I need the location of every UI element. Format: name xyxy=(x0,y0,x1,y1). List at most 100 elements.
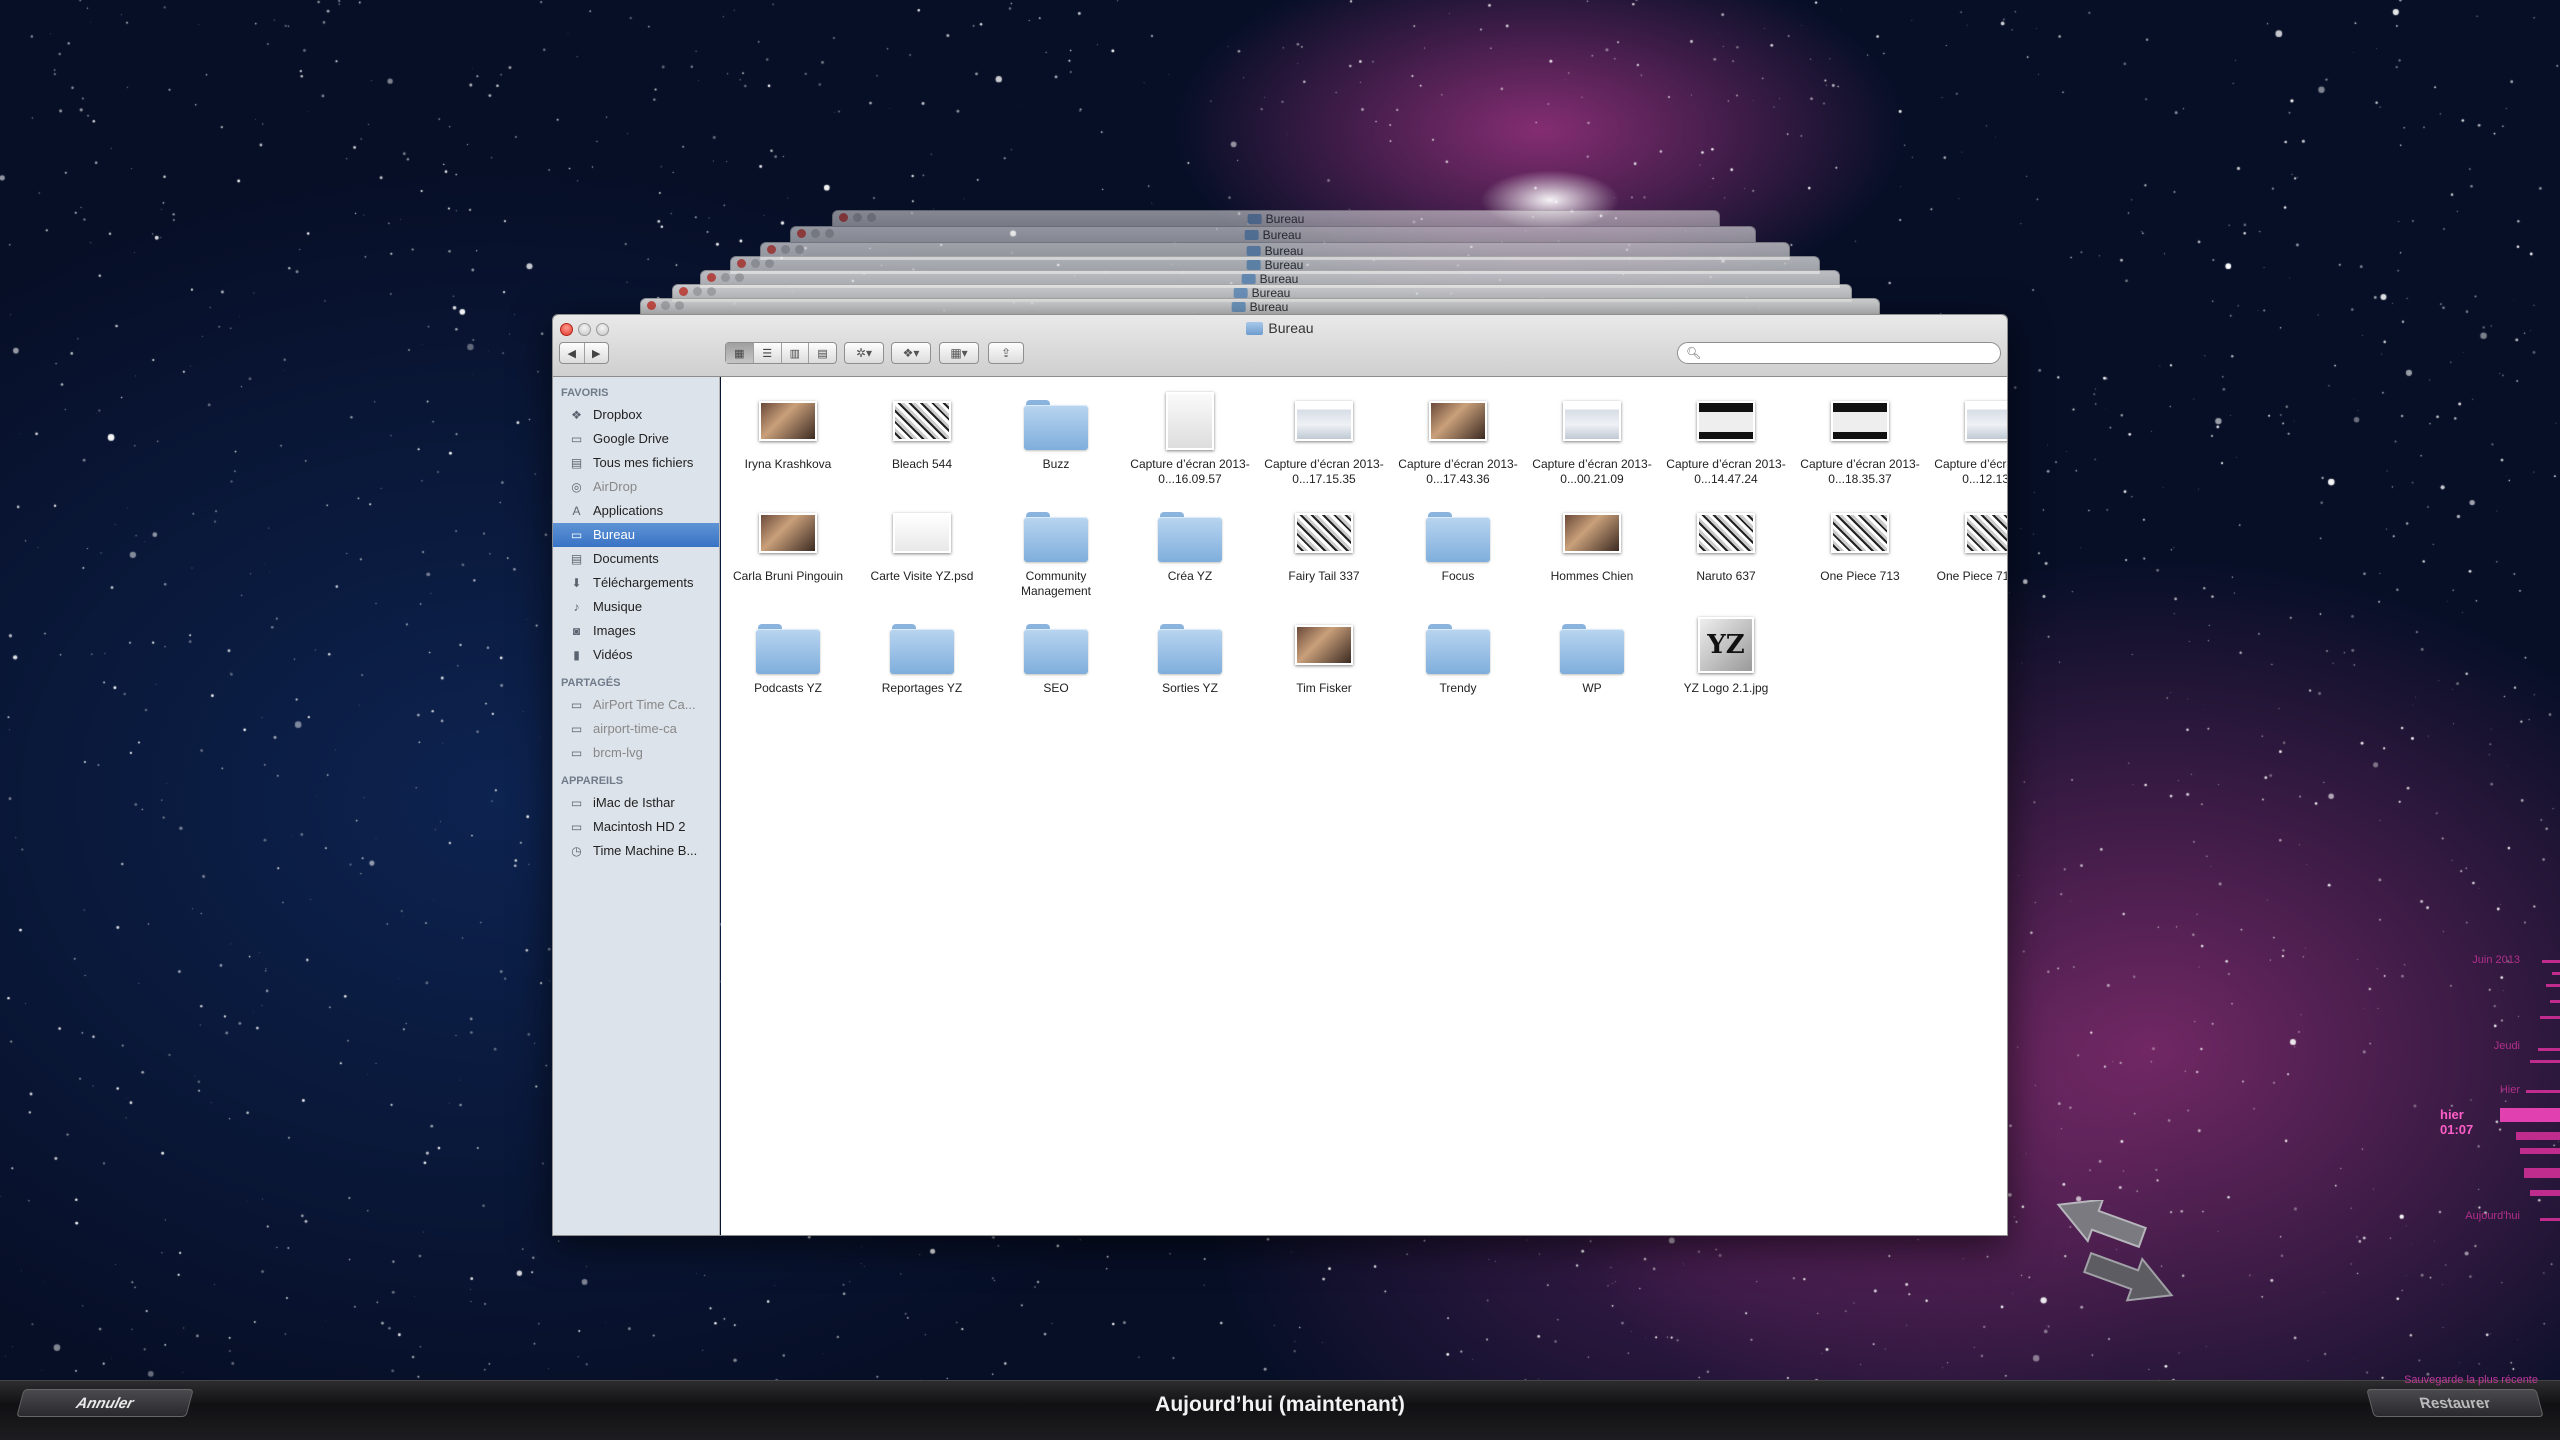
sidebar-item-brcm-lvg[interactable]: ▭ brcm-lvg xyxy=(553,741,719,765)
arrange-menu-button[interactable]: ▦▾ xyxy=(939,342,979,364)
timeline-tick[interactable] xyxy=(2530,1060,2560,1063)
thumbnail-image xyxy=(1295,401,1353,441)
window-control-light xyxy=(707,287,716,296)
sidebar-item-time-machine-b[interactable]: ◷ Time Machine B... xyxy=(553,839,719,863)
file-item[interactable]: Capture d’écran 2013-0...18.35.37 xyxy=(1793,387,1927,499)
view-mode-control[interactable]: ▦ ☰ ▥ ▤ xyxy=(725,342,837,364)
background-snapshot-window[interactable]: Bureau xyxy=(832,210,1720,226)
sidebar-item-airport-time-ca[interactable]: ▭ airport-time-ca xyxy=(553,717,719,741)
folder-icon xyxy=(1246,322,1264,335)
file-item[interactable]: Capture d’écran 2013-0...17.15.35 xyxy=(1257,387,1391,499)
list-view-button[interactable]: ☰ xyxy=(754,343,782,363)
file-item[interactable]: Hommes Chien xyxy=(1525,499,1659,611)
cover-flow-view-button[interactable]: ▤ xyxy=(809,343,836,363)
time-machine-timeline[interactable]: Juin 2013 Jeudi Hier hier 01:07 Aujourd'… xyxy=(2440,950,2560,1280)
sidebar-item-t-l-chargements[interactable]: ⬇ Téléchargements xyxy=(553,571,719,595)
back-forward-control[interactable]: ◀ ▶ xyxy=(559,342,609,364)
file-item[interactable]: Tim Fisker xyxy=(1257,611,1391,723)
sidebar-item-tous-mes-fichiers[interactable]: ▤ Tous mes fichiers xyxy=(553,451,719,475)
timeline-tick[interactable] xyxy=(2526,1090,2560,1093)
back-button[interactable]: ◀ xyxy=(560,343,585,363)
sidebar-item-imac-de-isthar[interactable]: ▭ iMac de Isthar xyxy=(553,791,719,815)
folder-icon xyxy=(1560,615,1624,675)
file-item[interactable]: Naruto 637 xyxy=(1659,499,1793,611)
timeline-current-marker[interactable] xyxy=(2500,1108,2560,1122)
icon-view-button[interactable]: ▦ xyxy=(726,343,754,363)
file-name: Capture d’écran 2013-0...14.47.24 xyxy=(1666,457,1786,486)
sidebar-item-vid-os[interactable]: ▮ Vidéos xyxy=(553,643,719,667)
sidebar-item-dropbox[interactable]: ❖ Dropbox xyxy=(553,403,719,427)
file-item[interactable]: Sorties YZ xyxy=(1123,611,1257,723)
file-item[interactable]: Buzz xyxy=(989,387,1123,499)
timeline-label-today[interactable]: Aujourd'hui xyxy=(2465,1210,2520,1222)
timeline-current-snapshot[interactable]: hier 01:07 xyxy=(2440,1107,2500,1137)
window-titlebar[interactable]: Bureau ◀ ▶ ▦ ☰ ▥ ▤ ✲▾ ❖▾ ▦▾ ⇪ 🔍︎ xyxy=(553,315,2007,377)
search-field[interactable]: 🔍︎ xyxy=(1677,342,2001,364)
file-name: Naruto 637 xyxy=(1696,569,1756,583)
file-item[interactable]: Capture d’écran 2013-0...17.43.36 xyxy=(1391,387,1525,499)
sidebar-item-images[interactable]: ◙ Images xyxy=(553,619,719,643)
file-browser-content[interactable]: Iryna Krashkova Bleach 544 Buzz Capture d’é… xyxy=(721,377,2007,1235)
file-item[interactable]: Carte Visite YZ.psd xyxy=(855,499,989,611)
file-item[interactable]: Podcasts YZ xyxy=(721,611,855,723)
window-control-light xyxy=(795,245,804,254)
file-item[interactable]: Focus xyxy=(1391,499,1525,611)
timeline-tick[interactable] xyxy=(2530,1190,2560,1196)
file-item[interactable]: One Piece 713 Cover xyxy=(1927,499,2007,611)
file-item[interactable]: Community Management xyxy=(989,499,1123,611)
sidebar-item-label: Images xyxy=(593,623,636,638)
file-item[interactable]: Reportages YZ xyxy=(855,611,989,723)
file-item[interactable]: One Piece 713 xyxy=(1793,499,1927,611)
search-input[interactable] xyxy=(1701,346,2000,360)
sidebar-item-documents[interactable]: ▤ Documents xyxy=(553,547,719,571)
timeline-tick[interactable] xyxy=(2524,1168,2560,1178)
timeline-tick[interactable] xyxy=(2538,1048,2560,1051)
timeline-tick[interactable] xyxy=(2546,984,2560,987)
file-item[interactable]: Trendy xyxy=(1391,611,1525,723)
sidebar-item-musique[interactable]: ♪ Musique xyxy=(553,595,719,619)
action-menu-button[interactable]: ✲▾ xyxy=(844,342,884,364)
sidebar-item-bureau[interactable]: ▭ Bureau xyxy=(553,523,719,547)
file-item[interactable]: SEO xyxy=(989,611,1123,723)
restore-button[interactable]: Restaurer xyxy=(2366,1389,2544,1417)
sidebar-item-applications[interactable]: A Applications xyxy=(553,499,719,523)
timeline-label-juin[interactable]: Juin 2013 xyxy=(2472,954,2520,966)
forward-button[interactable]: ▶ xyxy=(585,343,609,363)
file-item[interactable]: Carla Bruni Pingouin xyxy=(721,499,855,611)
dropbox-menu-button[interactable]: ❖▾ xyxy=(891,342,931,364)
timeline-tick[interactable] xyxy=(2542,960,2560,963)
most-recent-backup-label[interactable]: Sauvegarde la plus récente xyxy=(2404,1374,2538,1386)
file-item[interactable]: Bleach 544 xyxy=(855,387,989,499)
timeline-tick[interactable] xyxy=(2552,972,2560,975)
sidebar-item-google-drive[interactable]: ▭ Google Drive xyxy=(553,427,719,451)
timeline-label-jeudi[interactable]: Jeudi xyxy=(2494,1040,2520,1052)
timeline-tick[interactable] xyxy=(2540,1016,2560,1019)
file-item[interactable]: Iryna Krashkova xyxy=(721,387,855,499)
file-item[interactable]: Capture d’écran 2013-0...16.09.57 xyxy=(1123,387,1257,499)
column-view-button[interactable]: ▥ xyxy=(782,343,810,363)
timeline-tick[interactable] xyxy=(2540,1218,2560,1221)
timeline-tick[interactable] xyxy=(2520,1148,2560,1154)
file-item[interactable]: Capture d’écran 2013-0...00.21.09 xyxy=(1525,387,1659,499)
timeline-tick[interactable] xyxy=(2550,1000,2560,1003)
arrow-down-icon[interactable] xyxy=(2080,1242,2180,1310)
list-icon: ☰ xyxy=(762,347,773,360)
sidebar-item-macintosh-hd-2[interactable]: ▭ Macintosh HD 2 xyxy=(553,815,719,839)
file-item[interactable]: YZ YZ Logo 2.1.jpg xyxy=(1659,611,1793,723)
file-item[interactable]: Créa YZ xyxy=(1123,499,1257,611)
sidebar-item-airdrop[interactable]: ◎ AirDrop xyxy=(553,475,719,499)
desktop-icon: ▭ xyxy=(570,528,583,542)
share-button[interactable]: ⇪ xyxy=(988,342,1024,364)
file-item[interactable]: Fairy Tail 337 xyxy=(1257,499,1391,611)
timeline-tick[interactable] xyxy=(2516,1132,2560,1140)
sidebar-item-airport-time-ca[interactable]: ▭ AirPort Time Ca... xyxy=(553,693,719,717)
background-snapshot-window[interactable]: Bureau xyxy=(790,226,1756,242)
file-item[interactable]: Capture d’écran 2013-0...14.47.24 xyxy=(1659,387,1793,499)
finder-window[interactable]: Bureau ◀ ▶ ▦ ☰ ▥ ▤ ✲▾ ❖▾ ▦▾ ⇪ 🔍︎ FAVORIS… xyxy=(552,314,2008,1236)
file-item[interactable]: WP xyxy=(1525,611,1659,723)
sidebar-item-label: iMac de Isthar xyxy=(593,795,675,810)
timeline-navigation-arrows[interactable] xyxy=(2050,1200,2180,1310)
arrow-up-icon[interactable] xyxy=(2050,1200,2150,1258)
timeline-label-hier[interactable]: Hier xyxy=(2500,1084,2520,1096)
file-item[interactable]: Capture d’écran 2013-0...12.13.46 xyxy=(1927,387,2007,499)
